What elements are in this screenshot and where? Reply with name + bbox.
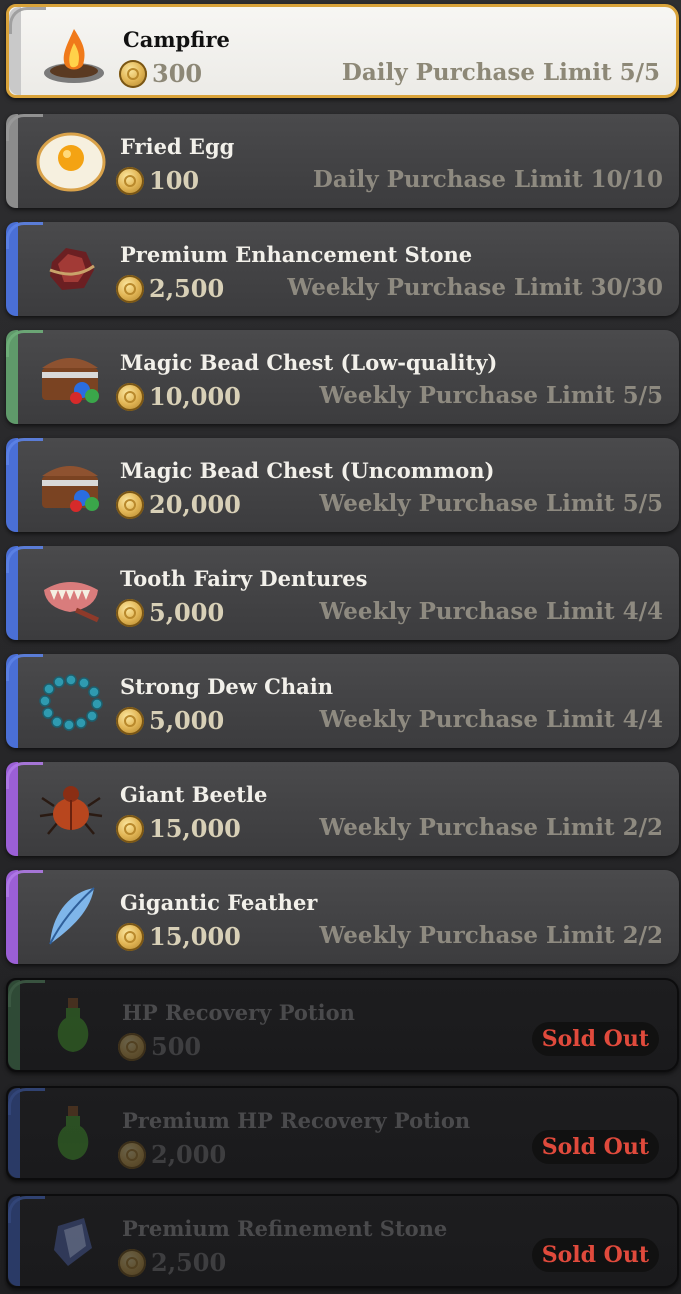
beetle-icon (39, 786, 103, 835)
bead-chain-icon (39, 674, 103, 731)
shop-item-magic-bead-chest-uncommon[interactable]: Magic Bead Chest (Uncommon) 20,000 Weekl… (6, 438, 679, 532)
sold-out-badge: Sold Out (531, 1238, 659, 1272)
coin-icon (119, 60, 147, 88)
item-price: 10,000 (149, 382, 241, 411)
coin-icon (116, 599, 144, 627)
shop-item-gigantic-feather[interactable]: Gigantic Feather 15,000 Weekly Purchase … (6, 870, 679, 964)
potion-icon (57, 998, 89, 1052)
item-price: 2,500 (149, 274, 225, 303)
coin-icon (118, 1249, 146, 1277)
treasure-chest-icon (42, 466, 99, 512)
item-title: Tooth Fairy Dentures (120, 566, 368, 591)
dentures-icon (44, 582, 100, 623)
rarity-accent (8, 1196, 45, 1286)
fried-egg-icon (36, 132, 106, 192)
rarity-accent (6, 870, 43, 964)
coin-icon (116, 707, 144, 735)
purchase-limit: Weekly Purchase Limit 30/30 (287, 274, 663, 301)
item-price: 5,000 (149, 598, 225, 627)
coin-icon (116, 275, 144, 303)
rarity-accent (6, 546, 43, 640)
item-title: Campfire (123, 27, 230, 52)
purchase-limit: Weekly Purchase Limit 4/4 (319, 706, 663, 733)
coin-icon (116, 491, 144, 519)
rarity-accent (8, 1088, 45, 1178)
purchase-limit: Weekly Purchase Limit 4/4 (319, 598, 663, 625)
purchase-limit: Weekly Purchase Limit 2/2 (319, 814, 663, 841)
rarity-accent (6, 330, 43, 424)
coin-icon (116, 167, 144, 195)
item-title: Premium HP Recovery Potion (122, 1108, 471, 1133)
rarity-accent (6, 222, 43, 316)
item-price: 2,500 (151, 1248, 227, 1277)
sold-out-badge: Sold Out (531, 1130, 659, 1164)
coin-icon (118, 1033, 146, 1061)
item-title: Premium Enhancement Stone (120, 242, 473, 267)
shop-item-tooth-fairy-dentures[interactable]: Tooth Fairy Dentures 5,000 Weekly Purcha… (6, 546, 679, 640)
item-title: Magic Bead Chest (Uncommon) (120, 458, 495, 483)
shop-item-list: Campfire 300 Daily Purchase Limit 5/5 Fr… (0, 0, 681, 1294)
item-price: 100 (149, 166, 200, 195)
item-title: Strong Dew Chain (120, 674, 333, 699)
item-price: 15,000 (149, 814, 241, 843)
potion-icon (57, 1106, 89, 1160)
coin-icon (116, 383, 144, 411)
shop-item-hp-recovery-potion[interactable]: HP Recovery Potion 500 Sold Out (6, 978, 679, 1072)
item-price: 2,000 (151, 1140, 227, 1169)
item-price: 5,000 (149, 706, 225, 735)
item-title: HP Recovery Potion (122, 1000, 355, 1025)
rarity-accent (6, 438, 43, 532)
item-title: Gigantic Feather (120, 890, 318, 915)
item-price: 20,000 (149, 490, 241, 519)
sold-out-badge: Sold Out (531, 1022, 659, 1056)
rarity-accent (6, 654, 43, 748)
rarity-accent (6, 762, 43, 856)
item-price: 300 (152, 59, 203, 88)
purchase-limit: Weekly Purchase Limit 5/5 (319, 490, 663, 517)
item-title: Magic Bead Chest (Low-quality) (120, 350, 498, 375)
rarity-accent (9, 7, 46, 95)
shop-item-strong-dew-chain[interactable]: Strong Dew Chain 5,000 Weekly Purchase L… (6, 654, 679, 748)
purchase-limit: Weekly Purchase Limit 5/5 (319, 382, 663, 409)
item-title: Premium Refinement Stone (122, 1216, 448, 1241)
campfire-icon (44, 29, 104, 83)
shop-item-premium-refinement-stone[interactable]: Premium Refinement Stone 2,500 Sold Out (6, 1194, 679, 1288)
shop-item-premium-enhancement-stone[interactable]: Premium Enhancement Stone 2,500 Weekly P… (6, 222, 679, 316)
shop-item-campfire[interactable]: Campfire 300 Daily Purchase Limit 5/5 (6, 4, 679, 98)
item-title: Giant Beetle (120, 782, 268, 807)
treasure-chest-icon (42, 358, 99, 404)
shop-item-magic-bead-chest-low-quality[interactable]: Magic Bead Chest (Low-quality) 10,000 We… (6, 330, 679, 424)
shop-item-premium-hp-recovery-potion[interactable]: Premium HP Recovery Potion 2,000 Sold Ou… (6, 1086, 679, 1180)
purchase-limit: Weekly Purchase Limit 2/2 (319, 922, 663, 949)
enhancement-stone-icon (49, 248, 95, 290)
coin-icon (118, 1141, 146, 1169)
item-price: 500 (151, 1032, 202, 1061)
coin-icon (116, 815, 144, 843)
item-title: Fried Egg (120, 134, 235, 159)
shop-item-fried-egg[interactable]: Fried Egg 100 Daily Purchase Limit 10/10 (6, 114, 679, 208)
coin-icon (116, 923, 144, 951)
shop-item-giant-beetle[interactable]: Giant Beetle 15,000 Weekly Purchase Limi… (6, 762, 679, 856)
feather-icon (49, 887, 95, 945)
refinement-stone-icon (54, 1218, 92, 1266)
purchase-limit: Daily Purchase Limit 5/5 (341, 59, 660, 86)
item-price: 15,000 (149, 922, 241, 951)
purchase-limit: Daily Purchase Limit 10/10 (312, 166, 663, 193)
rarity-accent (6, 114, 43, 208)
rarity-accent (8, 980, 45, 1070)
